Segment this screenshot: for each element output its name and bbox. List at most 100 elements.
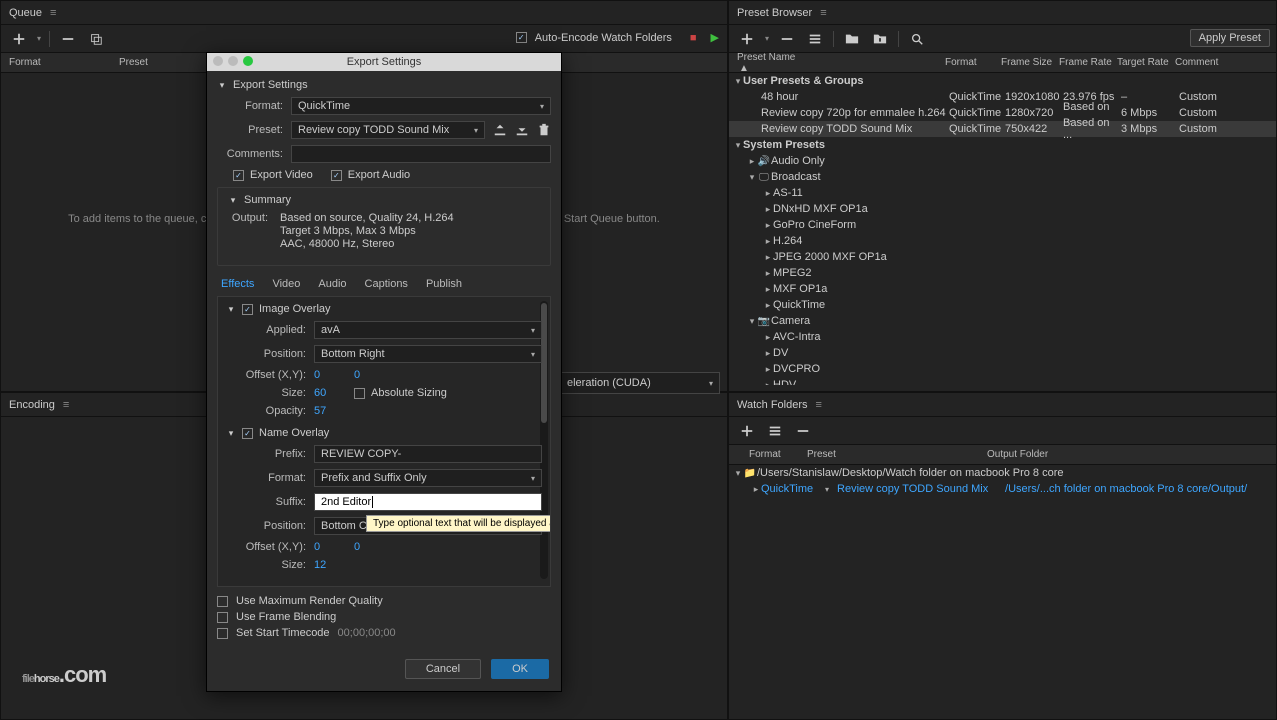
col-format[interactable]: Format: [737, 449, 807, 460]
tab-audio[interactable]: Audio: [318, 278, 346, 290]
duplicate-button[interactable]: [86, 29, 106, 49]
audio-only-folder[interactable]: ▸🔊Audio Only: [729, 153, 1276, 169]
comments-input[interactable]: [291, 145, 551, 163]
size-field[interactable]: 60: [314, 387, 354, 399]
suffix-input[interactable]: 2nd Editor: [314, 493, 542, 511]
export-settings-section[interactable]: ▾Export Settings: [217, 79, 551, 91]
edit-watch-button[interactable]: [765, 421, 785, 441]
preset-folder[interactable]: ▸DVCPRO: [729, 361, 1276, 377]
delete-preset-icon[interactable]: [537, 123, 551, 137]
preset-folder[interactable]: ▸GoPro CineForm: [729, 217, 1276, 233]
tab-captions[interactable]: Captions: [365, 278, 408, 290]
remove-button[interactable]: [58, 29, 78, 49]
system-presets-group[interactable]: ▾System Presets: [729, 137, 1276, 153]
watch-toolbar: [729, 417, 1276, 445]
ok-button[interactable]: OK: [491, 659, 549, 679]
minimize-icon[interactable]: [228, 56, 238, 66]
col-frame-size[interactable]: Frame Size: [1001, 57, 1059, 68]
preset-folder[interactable]: ▸JPEG 2000 MXF OP1a: [729, 249, 1276, 265]
preset-folder[interactable]: ▸HDV: [729, 377, 1276, 385]
import-preset-icon[interactable]: [515, 123, 529, 137]
col-preset[interactable]: Preset: [807, 449, 987, 460]
preset-row[interactable]: 48 hourQuickTime1920x108023.976 fps–Cust…: [729, 89, 1276, 105]
offset-y-field[interactable]: 0: [354, 369, 360, 381]
image-overlay-section[interactable]: ▾Image Overlay: [226, 303, 542, 315]
watch-output-link[interactable]: /Users/...ch folder on macbook Pro 8 cor…: [1005, 483, 1247, 495]
remove-watch-button[interactable]: [793, 421, 813, 441]
new-preset-button[interactable]: [737, 29, 757, 49]
watch-preset-link[interactable]: Review copy TODD Sound Mix: [837, 483, 1005, 495]
col-format[interactable]: Format: [9, 57, 119, 68]
name-format-dropdown[interactable]: Prefix and Suffix Only▾: [314, 469, 542, 487]
panel-menu-icon[interactable]: ≡: [50, 7, 56, 19]
cancel-button[interactable]: Cancel: [405, 659, 481, 679]
delete-preset-button[interactable]: [777, 29, 797, 49]
applied-dropdown[interactable]: avA▾: [314, 321, 542, 339]
name-overlay-section[interactable]: ▾Name Overlay: [226, 427, 542, 439]
offset-x-field[interactable]: 0: [314, 369, 354, 381]
auto-encode-checkbox[interactable]: [516, 32, 527, 43]
stop-queue-button[interactable]: ■: [690, 32, 697, 44]
renderer-dropdown[interactable]: eleration (CUDA) ▾: [560, 372, 720, 394]
image-overlay-checkbox[interactable]: [242, 304, 253, 315]
preset-folder[interactable]: ▸MPEG2: [729, 265, 1276, 281]
tab-publish[interactable]: Publish: [426, 278, 462, 290]
start-timecode-checkbox[interactable]: [217, 628, 228, 639]
summary-section[interactable]: ▾Summary: [228, 194, 540, 206]
preset-folder[interactable]: ▸QuickTime: [729, 297, 1276, 313]
col-format[interactable]: Format: [945, 57, 1001, 68]
name-offset-x[interactable]: 0: [314, 541, 354, 553]
col-preset-name[interactable]: Preset Name▲: [737, 52, 945, 74]
name-offset-y[interactable]: 0: [354, 541, 360, 553]
format-dropdown[interactable]: QuickTime▾: [291, 97, 551, 115]
new-group-button[interactable]: [842, 29, 862, 49]
zoom-icon[interactable]: [243, 56, 253, 66]
frame-blending-checkbox[interactable]: [217, 612, 228, 623]
tab-video[interactable]: Video: [272, 278, 300, 290]
col-target-rate[interactable]: Target Rate: [1117, 57, 1175, 68]
max-render-checkbox[interactable]: [217, 596, 228, 607]
import-preset-button[interactable]: [870, 29, 890, 49]
add-watch-button[interactable]: [737, 421, 757, 441]
add-source-button[interactable]: [9, 29, 29, 49]
apply-preset-button[interactable]: Apply Preset: [1190, 29, 1270, 47]
col-frame-rate[interactable]: Frame Rate: [1059, 57, 1117, 68]
prefix-input[interactable]: REVIEW COPY-: [314, 445, 542, 463]
col-comment[interactable]: Comment: [1175, 57, 1225, 68]
panel-menu-icon[interactable]: ≡: [63, 399, 69, 411]
preset-row[interactable]: Review copy 720p for emmalee h.264QuickT…: [729, 105, 1276, 121]
dialog-titlebar[interactable]: Export Settings: [207, 53, 561, 71]
tab-effects[interactable]: Effects: [221, 278, 254, 290]
panel-menu-icon[interactable]: ≡: [820, 7, 826, 19]
preset-dropdown[interactable]: Review copy TODD Sound Mix▾: [291, 121, 485, 139]
watch-folder-row[interactable]: ▾📁/Users/Stanislaw/Desktop/Watch folder …: [729, 465, 1276, 481]
preset-folder[interactable]: ▸H.264: [729, 233, 1276, 249]
name-size-field[interactable]: 12: [314, 559, 326, 571]
export-audio-checkbox[interactable]: [331, 170, 342, 181]
preset-folder[interactable]: ▸AS-11: [729, 185, 1276, 201]
export-video-checkbox[interactable]: [233, 170, 244, 181]
absolute-sizing-checkbox[interactable]: [354, 388, 365, 399]
preset-settings-button[interactable]: [805, 29, 825, 49]
broadcast-folder[interactable]: ▾🖵Broadcast: [729, 169, 1276, 185]
camera-folder[interactable]: ▾📷Camera: [729, 313, 1276, 329]
col-output[interactable]: Output Folder: [987, 449, 1268, 460]
preset-folder[interactable]: ▸DNxHD MXF OP1a: [729, 201, 1276, 217]
preset-folder[interactable]: ▸AVC-Intra: [729, 329, 1276, 345]
window-controls[interactable]: [213, 56, 253, 66]
start-queue-button[interactable]: ▶: [711, 31, 719, 44]
save-preset-icon[interactable]: [493, 123, 507, 137]
search-icon[interactable]: [907, 29, 927, 49]
user-presets-group[interactable]: ▾User Presets & Groups: [729, 73, 1276, 89]
position-dropdown[interactable]: Bottom Right▾: [314, 345, 542, 363]
opacity-field[interactable]: 57: [314, 405, 326, 417]
panel-menu-icon[interactable]: ≡: [816, 399, 822, 411]
name-overlay-checkbox[interactable]: [242, 428, 253, 439]
preset-folder[interactable]: ▸MXF OP1a: [729, 281, 1276, 297]
preset-row[interactable]: Review copy TODD Sound MixQuickTime750x4…: [729, 121, 1276, 137]
watch-format-link[interactable]: QuickTime: [761, 483, 825, 495]
close-icon[interactable]: [213, 56, 223, 66]
timecode-value[interactable]: 00;00;00;00: [338, 627, 396, 639]
preset-folder[interactable]: ▸DV: [729, 345, 1276, 361]
watch-output-row[interactable]: ▸ QuickTime ▾ Review copy TODD Sound Mix…: [729, 481, 1276, 497]
